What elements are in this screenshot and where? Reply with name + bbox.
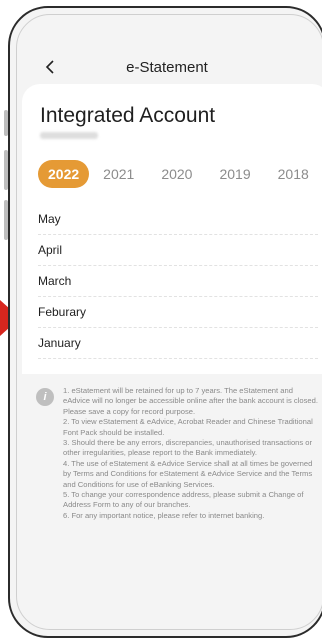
list-item-march[interactable]: March — [38, 266, 318, 297]
notice-line: 6. For any important notice, please refe… — [63, 510, 265, 520]
account-title: Integrated Account — [40, 104, 216, 127]
tab-year-2022[interactable]: 2022 — [38, 160, 90, 188]
page-title: e-Statement — [126, 58, 208, 76]
list-item-may[interactable]: May — [38, 204, 318, 235]
phone-side-button — [4, 150, 8, 190]
list-item-february[interactable]: Feburary — [38, 297, 318, 328]
notice-line: 5. To change your correspondence address… — [63, 490, 304, 510]
notice-line: 3. Should there be any errors, discrepan… — [63, 438, 313, 458]
nav-bar: e-Statement — [10, 52, 322, 82]
tab-year-2018[interactable]: 2018 — [278, 163, 309, 185]
tab-year-2021[interactable]: 2021 — [103, 163, 134, 185]
masked-account-number — [40, 132, 98, 139]
notice-text: 1. eStatement will be retained for up to… — [63, 386, 318, 521]
notice-line: 1. eStatement will be retained for up to… — [63, 386, 318, 416]
notice-line: 4. The use of eStatement & eAdvice Servi… — [63, 458, 313, 489]
notice-line: 2. To view eStatement & eAdvice, Acrobat… — [63, 417, 313, 437]
list-item-january[interactable]: January — [38, 328, 318, 359]
list-item-april[interactable]: April — [38, 235, 318, 266]
chevron-left-icon[interactable] — [38, 55, 62, 79]
phone-frame: e-Statement Integrated Account 2022 2021… — [8, 6, 322, 638]
phone-side-button — [4, 200, 8, 240]
tab-year-2019[interactable]: 2019 — [219, 163, 250, 185]
notice-section: i 1. eStatement will be retained for up … — [36, 386, 318, 521]
info-icon: i — [36, 388, 54, 406]
month-list: May April March Feburary January — [38, 204, 318, 359]
tab-year-2020[interactable]: 2020 — [161, 163, 192, 185]
year-tabs: 2022 2021 2020 2019 2018 — [38, 160, 322, 188]
phone-side-button — [4, 110, 8, 136]
